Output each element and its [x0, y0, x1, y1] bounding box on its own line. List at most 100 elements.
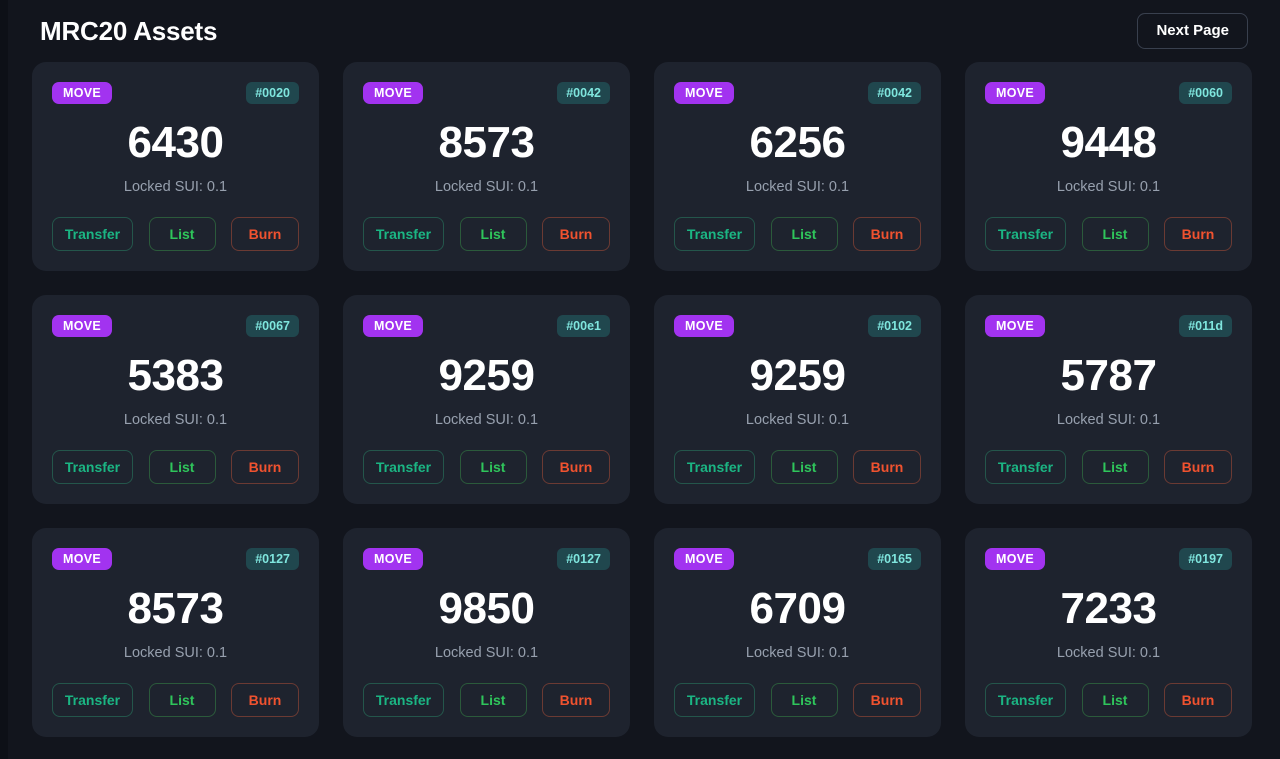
asset-amount: 6256: [749, 118, 846, 167]
list-button[interactable]: List: [1081, 216, 1149, 251]
transfer-button[interactable]: Transfer: [52, 216, 133, 251]
page-title: MRC20 Assets: [40, 15, 218, 46]
asset-card-grid: MOVE #0020 6430 Locked SUI: 0.1 Transfer…: [8, 62, 1280, 737]
transfer-button[interactable]: Transfer: [363, 216, 444, 251]
asset-card-011d[interactable]: MOVE #011d 5787 Locked SUI: 0.1 Transfer…: [965, 295, 1252, 504]
list-button[interactable]: List: [1081, 449, 1149, 484]
tick-badge: MOVE: [52, 81, 113, 105]
asset-card-0020[interactable]: MOVE #0020 6430 Locked SUI: 0.1 Transfer…: [32, 62, 319, 271]
transfer-button[interactable]: Transfer: [363, 449, 444, 484]
tick-badge: MOVE: [985, 81, 1046, 105]
asset-card-0042[interactable]: MOVE #0042 8573 Locked SUI: 0.1 Transfer…: [343, 62, 630, 271]
list-button[interactable]: List: [459, 682, 527, 717]
asset-actions: Transfer List Burn: [985, 216, 1232, 251]
asset-amount: 6430: [127, 118, 224, 167]
burn-button[interactable]: Burn: [542, 682, 610, 717]
burn-button[interactable]: Burn: [1164, 449, 1232, 484]
locked-sui-label: Locked SUI: 0.1: [1056, 179, 1161, 196]
list-button[interactable]: List: [1081, 682, 1149, 717]
list-button[interactable]: List: [148, 449, 216, 484]
asset-id-badge: #0060: [1179, 81, 1232, 105]
asset-card-header: MOVE #0127: [363, 546, 610, 572]
transfer-button[interactable]: Transfer: [674, 216, 755, 251]
list-button[interactable]: List: [770, 216, 838, 251]
asset-card-00e1[interactable]: MOVE #00e1 9259 Locked SUI: 0.1 Transfer…: [343, 295, 630, 504]
asset-card-0060[interactable]: MOVE #0060 9448 Locked SUI: 0.1 Transfer…: [965, 62, 1252, 271]
asset-card-header: MOVE #00e1: [363, 313, 610, 339]
asset-id-badge: #0127: [246, 547, 299, 571]
asset-id-badge: #0102: [868, 314, 921, 338]
locked-sui-label: Locked SUI: 0.1: [745, 645, 850, 662]
locked-sui-label: Locked SUI: 0.1: [434, 645, 539, 662]
tick-badge: MOVE: [985, 547, 1046, 571]
next-page-button[interactable]: Next Page: [1137, 12, 1248, 50]
asset-actions: Transfer List Burn: [985, 682, 1232, 717]
asset-actions: Transfer List Burn: [52, 216, 299, 251]
transfer-button[interactable]: Transfer: [363, 682, 444, 717]
locked-sui-label: Locked SUI: 0.1: [123, 412, 228, 429]
list-button[interactable]: List: [459, 449, 527, 484]
asset-card-0197[interactable]: MOVE #0197 7233 Locked SUI: 0.1 Transfer…: [965, 528, 1252, 737]
transfer-button[interactable]: Transfer: [985, 449, 1066, 484]
list-button[interactable]: List: [459, 216, 527, 251]
asset-card-0127[interactable]: MOVE #0127 9850 Locked SUI: 0.1 Transfer…: [343, 528, 630, 737]
transfer-button[interactable]: Transfer: [674, 449, 755, 484]
burn-button[interactable]: Burn: [1164, 682, 1232, 717]
asset-amount: 5383: [127, 351, 224, 400]
burn-button[interactable]: Burn: [542, 449, 610, 484]
asset-amount: 8573: [127, 584, 224, 633]
asset-amount: 6709: [749, 584, 846, 633]
asset-card-0127[interactable]: MOVE #0127 8573 Locked SUI: 0.1 Transfer…: [32, 528, 319, 737]
asset-amount: 5787: [1060, 351, 1157, 400]
asset-card-0102[interactable]: MOVE #0102 9259 Locked SUI: 0.1 Transfer…: [654, 295, 941, 504]
locked-sui-label: Locked SUI: 0.1: [1056, 412, 1161, 429]
burn-button[interactable]: Burn: [1164, 216, 1232, 251]
transfer-button[interactable]: Transfer: [985, 682, 1066, 717]
asset-card-0067[interactable]: MOVE #0067 5383 Locked SUI: 0.1 Transfer…: [32, 295, 319, 504]
tick-badge: MOVE: [52, 314, 113, 338]
asset-actions: Transfer List Burn: [674, 682, 921, 717]
asset-id-badge: #011d: [1179, 314, 1232, 338]
asset-amount: 9448: [1060, 118, 1157, 167]
tick-badge: MOVE: [674, 314, 735, 338]
transfer-button[interactable]: Transfer: [52, 449, 133, 484]
asset-card-0042[interactable]: MOVE #0042 6256 Locked SUI: 0.1 Transfer…: [654, 62, 941, 271]
asset-card-header: MOVE #0102: [674, 313, 921, 339]
list-button[interactable]: List: [148, 682, 216, 717]
tick-badge: MOVE: [363, 81, 424, 105]
list-button[interactable]: List: [148, 216, 216, 251]
asset-card-header: MOVE #0042: [674, 80, 921, 106]
transfer-button[interactable]: Transfer: [52, 682, 133, 717]
asset-card-0165[interactable]: MOVE #0165 6709 Locked SUI: 0.1 Transfer…: [654, 528, 941, 737]
tick-badge: MOVE: [363, 547, 424, 571]
asset-actions: Transfer List Burn: [674, 216, 921, 251]
page-header: MRC20 Assets Next Page: [8, 0, 1280, 62]
asset-card-header: MOVE #0067: [52, 313, 299, 339]
transfer-button[interactable]: Transfer: [985, 216, 1066, 251]
asset-id-badge: #0042: [868, 81, 921, 105]
asset-amount: 7233: [1060, 584, 1157, 633]
asset-card-header: MOVE #0020: [52, 80, 299, 106]
burn-button[interactable]: Burn: [231, 216, 299, 251]
asset-actions: Transfer List Burn: [985, 449, 1232, 484]
locked-sui-label: Locked SUI: 0.1: [123, 645, 228, 662]
locked-sui-label: Locked SUI: 0.1: [434, 412, 539, 429]
asset-actions: Transfer List Burn: [363, 216, 610, 251]
burn-button[interactable]: Burn: [853, 216, 921, 251]
asset-actions: Transfer List Burn: [363, 682, 610, 717]
locked-sui-label: Locked SUI: 0.1: [745, 179, 850, 196]
burn-button[interactable]: Burn: [853, 449, 921, 484]
tick-badge: MOVE: [985, 314, 1046, 338]
asset-card-header: MOVE #0127: [52, 546, 299, 572]
locked-sui-label: Locked SUI: 0.1: [745, 412, 850, 429]
burn-button[interactable]: Burn: [231, 682, 299, 717]
list-button[interactable]: List: [770, 449, 838, 484]
transfer-button[interactable]: Transfer: [674, 682, 755, 717]
asset-actions: Transfer List Burn: [52, 682, 299, 717]
burn-button[interactable]: Burn: [853, 682, 921, 717]
list-button[interactable]: List: [770, 682, 838, 717]
mrc20-assets-page: MRC20 Assets Next Page MOVE #0020 6430 L…: [8, 0, 1280, 759]
burn-button[interactable]: Burn: [231, 449, 299, 484]
burn-button[interactable]: Burn: [542, 216, 610, 251]
tick-badge: MOVE: [52, 547, 113, 571]
